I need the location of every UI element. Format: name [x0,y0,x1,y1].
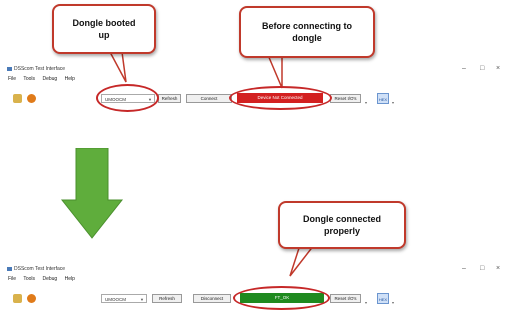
minimize-icon[interactable]: – [462,264,466,274]
settings-icon[interactable] [27,94,36,103]
close-icon[interactable]: × [496,64,500,74]
bottom-port-select[interactable]: UMOOCM ▼ [101,294,147,303]
bottom-title-bar: DSScom Test Interface – □ × [0,264,505,274]
callout-dongle-booted: Dongle booted up [52,4,156,54]
top-window-title: DSScom Test Interface [14,66,66,72]
app-icon [7,67,12,71]
callout-connected: Dongle connected properly [278,201,406,249]
open-folder-icon[interactable] [13,94,22,103]
top-menu-bar: File Tools Debug Help [0,74,505,84]
bottom-hex-toggle[interactable]: HEX [377,293,389,304]
port-highlight-oval [96,84,159,112]
top-reset-io-button[interactable]: Reset I/O's [330,94,361,103]
menu-tools[interactable]: Tools [23,276,35,282]
chevron-down-icon: ▼ [140,297,144,302]
dropdown-icon[interactable]: ▾ [365,300,367,305]
menu-file[interactable]: File [8,276,16,282]
maximize-icon[interactable]: □ [480,64,484,74]
top-connect-button[interactable]: Connect [186,94,232,103]
bottom-window-title: DSScom Test Interface [14,266,66,272]
status-highlight-oval [229,86,332,110]
dropdown-icon[interactable]: ▾ [392,100,394,105]
settings-icon[interactable] [27,294,36,303]
bottom-refresh-button[interactable]: Refresh [152,294,182,303]
dropdown-icon[interactable]: ▾ [365,100,367,105]
down-arrow-icon [60,148,124,239]
top-hex-toggle[interactable]: HEX [377,93,389,104]
maximize-icon[interactable]: □ [480,264,484,274]
menu-file[interactable]: File [8,76,16,82]
bottom-reset-io-button[interactable]: Reset I/O's [330,294,361,303]
callout-before-connect-text: Before connecting to dongle [261,21,352,43]
open-folder-icon[interactable] [13,294,22,303]
dropdown-icon[interactable]: ▾ [392,300,394,305]
close-icon[interactable]: × [496,264,500,274]
callout-connected-text: Dongle connected properly [302,214,381,236]
menu-help[interactable]: Help [65,276,75,282]
app-icon [7,267,12,271]
menu-debug[interactable]: Debug [42,276,57,282]
callout-before-connect: Before connecting to dongle [239,6,375,58]
menu-tools[interactable]: Tools [23,76,35,82]
menu-help[interactable]: Help [65,76,75,82]
minimize-icon[interactable]: – [462,64,466,74]
top-title-bar: DSScom Test Interface – □ × [0,64,505,74]
connected-highlight-oval [233,286,330,310]
top-refresh-button[interactable]: Refresh [158,94,181,103]
bottom-menu-bar: File Tools Debug Help [0,274,505,284]
bottom-port-value: UMOOCM [105,297,126,302]
callout-dongle-booted-text: Dongle booted up [72,18,136,40]
bottom-disconnect-button[interactable]: Disconnect [193,294,231,303]
menu-debug[interactable]: Debug [42,76,57,82]
